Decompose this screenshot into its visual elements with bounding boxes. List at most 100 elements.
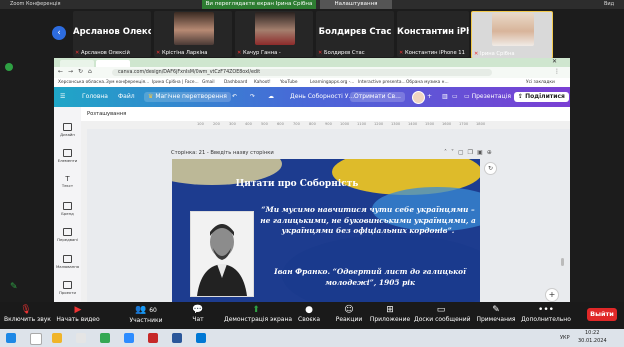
reload-icon[interactable]: ↻: [78, 68, 83, 75]
bookmark-item[interactable]: Learningapps.org -...: [310, 80, 354, 85]
document-title[interactable]: День Соборності У...: [290, 93, 354, 100]
zoom-icon[interactable]: [124, 333, 134, 343]
share-screen-button[interactable]: ⬆ Демонстрація экрана: [224, 304, 292, 323]
duplicate-icon[interactable]: ❐: [468, 149, 477, 156]
participant-tile[interactable]: ✕ Качур Ганна -: [235, 11, 313, 57]
mic-muted-icon: ✕: [75, 50, 80, 56]
get-canva-button[interactable]: Отримати Св...: [350, 92, 405, 102]
share-button[interactable]: ⇪ Поділитися: [514, 92, 569, 102]
file-explorer-icon[interactable]: [52, 333, 62, 343]
delete-icon[interactable]: ▣: [477, 149, 487, 156]
mic-off-icon: 🎙: [20, 305, 32, 315]
record-button[interactable]: ● Своєка: [296, 304, 322, 323]
present-button[interactable]: ▭ Презентація: [460, 92, 515, 102]
unmute-label: Включить звук: [4, 316, 51, 323]
chart-icon[interactable]: ▥: [442, 93, 448, 100]
home-link[interactable]: Головна: [82, 93, 108, 100]
redo-icon[interactable]: ↷: [250, 93, 255, 100]
whiteboard-button[interactable]: ▭ Доски сообщений: [414, 304, 471, 323]
view-options-button[interactable]: Налаштування перегляду: [320, 0, 392, 16]
slide-quote: “Ми мусимо навчитися чути себе українцям…: [260, 205, 476, 235]
vertical-scrollbar[interactable]: [561, 258, 564, 266]
pen-icon[interactable]: ✎: [10, 282, 18, 292]
clock-time[interactable]: 10:22: [585, 330, 599, 336]
bookmark-item[interactable]: YouTube: [280, 80, 297, 85]
word-icon[interactable]: [172, 333, 182, 343]
more-label: Дополнительно: [521, 316, 571, 323]
bookmark-item[interactable]: Ірина Срібна | Face...: [152, 80, 199, 85]
file-menu[interactable]: Файл: [118, 93, 135, 100]
rail-label: Малювання: [55, 264, 80, 269]
bookmark-item[interactable]: Kahoot!: [254, 80, 271, 85]
leave-button[interactable]: Выйти: [587, 308, 617, 321]
page-title-input[interactable]: Сторінка: 21 - Введіть назву сторінки: [171, 150, 274, 156]
edge-icon[interactable]: [196, 333, 206, 343]
rail-item-draw[interactable]: Малювання: [54, 255, 81, 269]
chevron-up-icon[interactable]: ˄: [444, 149, 451, 156]
participant-tile-active[interactable]: ✕ Ірина Срібна: [471, 11, 553, 59]
participant-tile[interactable]: Арсланов Олекс... ✕ Арсланов Олексій: [73, 11, 151, 57]
app-icon[interactable]: [148, 333, 158, 343]
comment-icon[interactable]: ▭: [452, 93, 458, 100]
slide[interactable]: Цитати про Соборність “Ми мусимо навчити…: [172, 159, 480, 302]
bookmark-item[interactable]: Dashboard: [224, 80, 247, 85]
bookmark-item[interactable]: Interactive presenta...: [358, 80, 406, 85]
chrome-icon[interactable]: [100, 333, 110, 343]
rail-item-projects[interactable]: Проекти: [54, 281, 81, 295]
participant-tile[interactable]: Болдирєв Стас ✕ Болдирєв Стас: [316, 11, 394, 57]
bookmark-item[interactable]: Херсонська обласна...: [58, 80, 108, 85]
rail-item-uploads[interactable]: Передвані: [54, 228, 81, 242]
url-input[interactable]: canva.com/design/DAF6jFxnIsM/0wm_vtCzF74…: [112, 69, 492, 76]
prev-page-icon[interactable]: ‹: [52, 26, 66, 40]
bookmark-item[interactable]: Зум конференція...: [106, 80, 149, 85]
magic-switch-button[interactable]: ♛ Магічне перетворення: [144, 92, 231, 102]
hamburger-icon[interactable]: ☰: [60, 93, 65, 100]
menu-icon[interactable]: ⋮: [554, 68, 560, 75]
rail-item-design[interactable]: Дизайн: [54, 123, 81, 137]
chevron-down-icon[interactable]: ˅: [451, 149, 458, 156]
reactions-button[interactable]: ☺ Реакции: [334, 304, 364, 323]
browser-tab[interactable]: [60, 60, 94, 67]
add-page-icon[interactable]: ⊕: [487, 149, 496, 156]
undo-icon[interactable]: ↶: [232, 93, 237, 100]
clock-date[interactable]: 30.01.2024: [578, 338, 607, 344]
apps-label: Приложение: [369, 316, 411, 323]
rail-item-elements[interactable]: Елементи: [54, 149, 81, 163]
back-icon[interactable]: ←: [58, 68, 63, 75]
language-indicator[interactable]: УКР: [560, 335, 570, 341]
refresh-icon[interactable]: ↻: [484, 162, 497, 175]
position-button[interactable]: Розташування: [87, 111, 126, 117]
participant-tile[interactable]: ✕ Крістіна Ларкіна: [154, 11, 232, 57]
more-button[interactable]: ••• Дополнительно: [520, 304, 572, 323]
rail-label: Елементи: [57, 158, 78, 163]
apps-button[interactable]: ⊞ Приложение: [368, 304, 412, 323]
start-icon[interactable]: [6, 333, 16, 343]
bookmark-item[interactable]: Gmail: [202, 80, 215, 85]
rail-item-text[interactable]: T Текст: [54, 176, 81, 189]
participant-tile[interactable]: Константин iPh... ✕ Константин iPhone 11: [397, 11, 469, 57]
participant-label: Качур Ганна -: [243, 50, 281, 56]
start-video-button[interactable]: ▶ Начать видео: [56, 304, 100, 323]
view-label[interactable]: Вид: [604, 1, 614, 7]
rail-item-brand[interactable]: Бренд: [54, 202, 81, 216]
ruler-tick: 1300: [391, 122, 401, 126]
bookmark-item[interactable]: Обрана музика н...: [406, 80, 449, 85]
chat-button[interactable]: 💬 Чат: [186, 304, 210, 323]
avatar[interactable]: [412, 91, 425, 104]
forward-icon[interactable]: →: [68, 68, 73, 75]
screen-share-margin: [570, 58, 624, 302]
search-icon[interactable]: [30, 333, 42, 345]
browser-tab-active[interactable]: [96, 60, 130, 67]
bookmark-item[interactable]: Усі закладки: [526, 80, 555, 85]
home-icon[interactable]: ⌂: [88, 68, 92, 75]
app-icon[interactable]: [76, 333, 86, 343]
add-collaborator-icon[interactable]: +: [427, 93, 432, 100]
magic-add-icon[interactable]: +: [545, 288, 559, 302]
unmute-button[interactable]: 🎙 Включить звук: [4, 304, 51, 323]
participants-button[interactable]: 👥 60 Участники: [126, 304, 166, 324]
lock-icon[interactable]: ▢: [458, 149, 468, 156]
notes-button[interactable]: ✎ Примечания: [474, 304, 518, 323]
share-banner: Ви переглядаєте екран Ірина Срібна: [202, 0, 316, 9]
close-icon[interactable]: ✕: [552, 58, 557, 65]
record-label: Своєка: [298, 316, 320, 323]
